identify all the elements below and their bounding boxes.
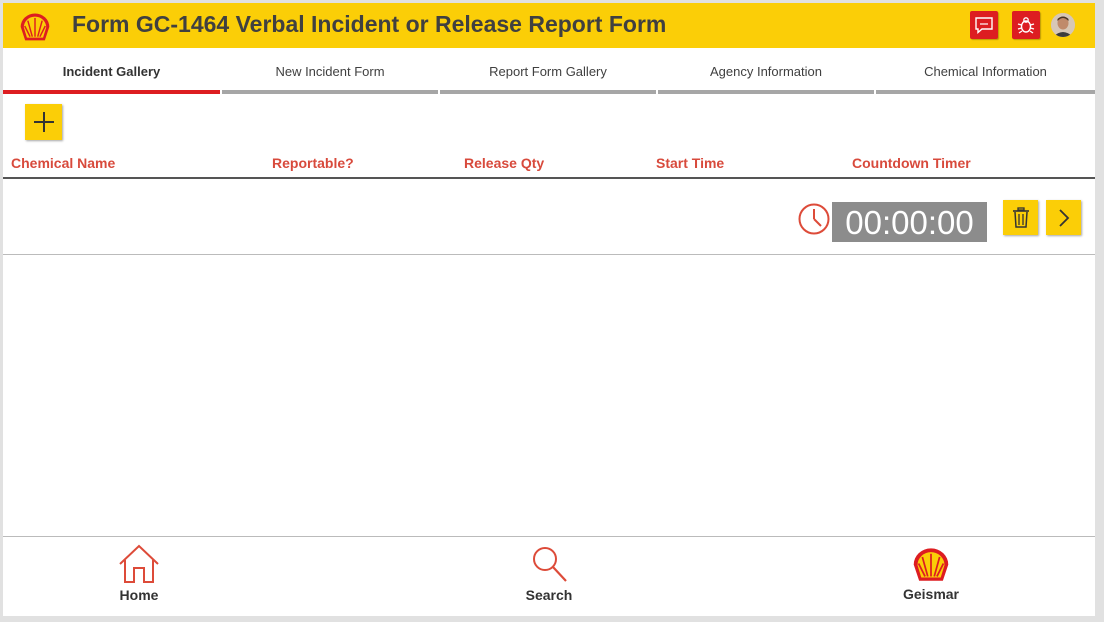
tab-agency-information[interactable]: Agency Information xyxy=(658,54,874,94)
plus-icon xyxy=(33,112,54,132)
column-header-start-time: Start Time xyxy=(656,155,725,171)
report-bug-button[interactable] xyxy=(1012,11,1040,39)
row-divider xyxy=(3,254,1095,255)
tab-label: Chemical Information xyxy=(924,64,1047,79)
tab-indicator xyxy=(3,90,220,94)
feedback-button[interactable] xyxy=(970,11,998,39)
tab-label: New Incident Form xyxy=(275,64,385,79)
bug-icon xyxy=(1017,17,1035,34)
tab-indicator xyxy=(658,90,874,94)
tab-indicator xyxy=(876,90,1095,94)
delete-button[interactable] xyxy=(1003,200,1038,235)
nav-home-label: Home xyxy=(119,587,159,603)
column-header-reportable: Reportable? xyxy=(272,155,354,171)
tab-bar: Incident Gallery New Incident Form Repor… xyxy=(3,54,1095,94)
search-icon xyxy=(533,547,567,582)
chat-icon xyxy=(975,17,993,35)
chevron-right-icon xyxy=(1058,208,1069,227)
tab-new-incident-form[interactable]: New Incident Form xyxy=(222,54,438,94)
tab-report-form-gallery[interactable]: Report Form Gallery xyxy=(440,54,656,94)
tab-label: Agency Information xyxy=(709,64,822,79)
trash-icon xyxy=(1012,206,1029,228)
nav-site-label: Geismar xyxy=(902,586,960,602)
tab-label: Incident Gallery xyxy=(62,64,161,79)
column-header-countdown-timer: Countdown Timer xyxy=(852,155,971,171)
clock-icon xyxy=(798,203,830,235)
shell-logo-icon xyxy=(913,548,949,581)
nav-site-button[interactable]: Geismar xyxy=(881,543,981,602)
nav-search-button[interactable]: Search xyxy=(499,543,599,603)
shell-logo-icon xyxy=(20,13,50,41)
column-header-chemical-name: Chemical Name xyxy=(11,155,116,171)
page-title: Form GC-1464 Verbal Incident or Release … xyxy=(72,11,667,37)
column-header-release-qty: Release Qty xyxy=(464,155,545,171)
app-header: Form GC-1464 Verbal Incident or Release … xyxy=(3,3,1095,48)
tab-indicator xyxy=(440,90,656,94)
nav-home-button[interactable]: Home xyxy=(89,543,189,603)
home-icon xyxy=(119,544,159,583)
user-avatar[interactable] xyxy=(1051,13,1075,37)
tab-label: Report Form Gallery xyxy=(489,64,607,79)
add-incident-button[interactable] xyxy=(25,104,62,140)
tab-indicator xyxy=(222,90,438,94)
open-incident-button[interactable] xyxy=(1046,200,1081,235)
app-window: Form GC-1464 Verbal Incident or Release … xyxy=(3,3,1095,616)
tab-incident-gallery[interactable]: Incident Gallery xyxy=(3,54,220,94)
countdown-timer: 00:00:00 xyxy=(832,202,987,242)
user-photo-icon xyxy=(1051,13,1075,37)
nav-search-label: Search xyxy=(525,587,573,603)
tab-chemical-information[interactable]: Chemical Information xyxy=(876,54,1095,94)
footer-divider xyxy=(3,536,1095,537)
